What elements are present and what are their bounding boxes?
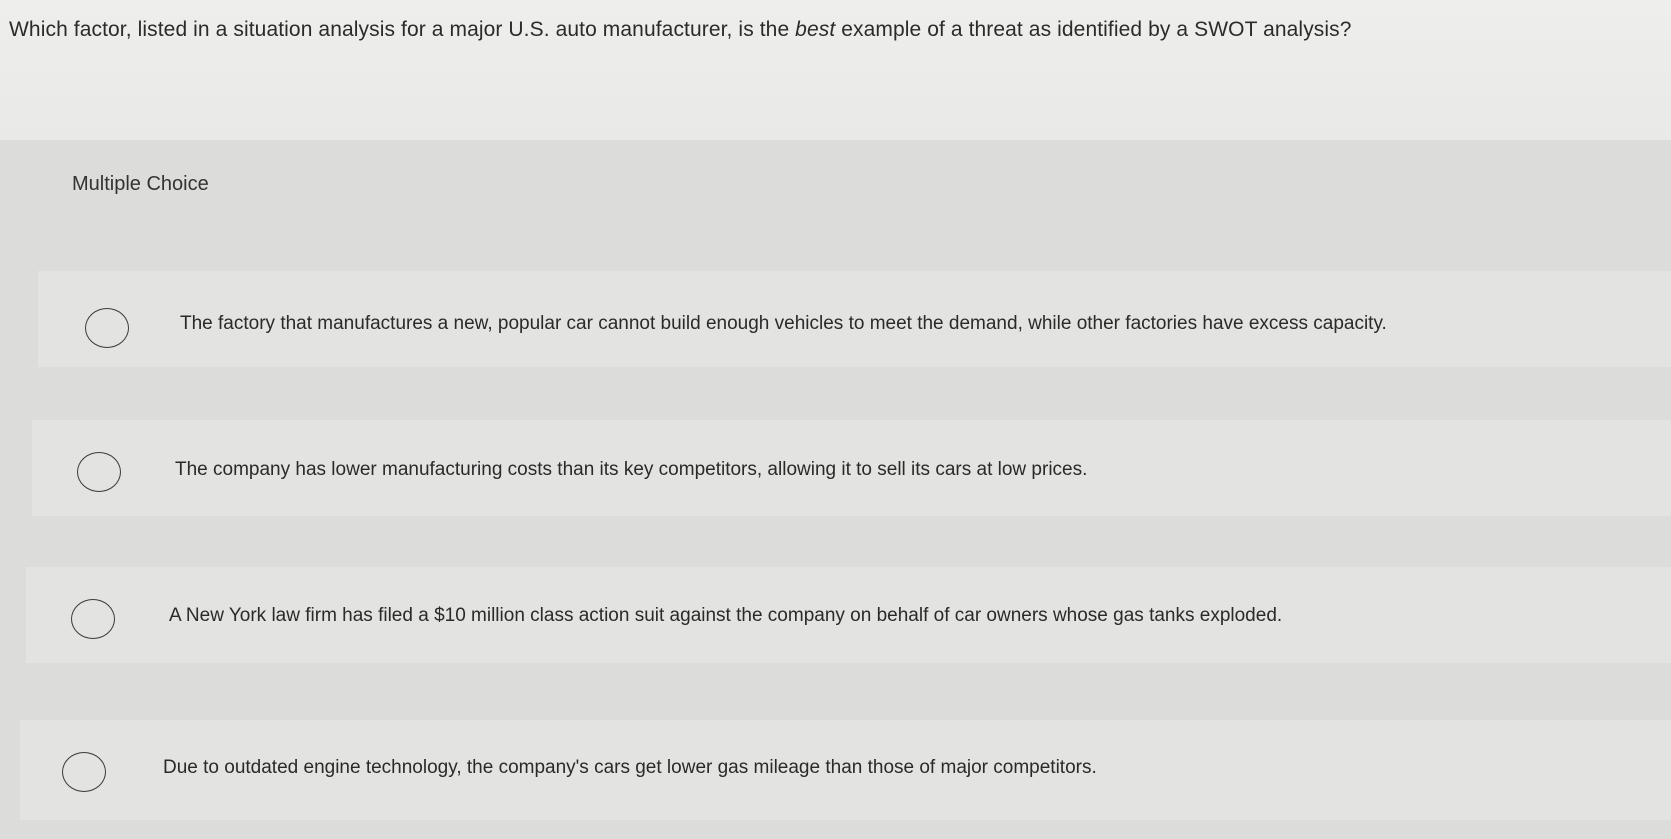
radio-button-icon[interactable] xyxy=(62,752,106,792)
radio-button-icon[interactable] xyxy=(77,452,121,492)
question-text-part: example of a threat as identified by a S… xyxy=(835,18,1352,41)
question-area: Which factor, listed in a situation anal… xyxy=(0,0,1671,140)
answer-option-4[interactable]: Due to outdated engine technology, the c… xyxy=(20,720,1671,820)
section-label: Multiple Choice xyxy=(72,173,209,195)
answer-option-text: The factory that manufactures a new, pop… xyxy=(180,313,1387,334)
answer-option-1[interactable]: The factory that manufactures a new, pop… xyxy=(38,271,1671,367)
radio-button-icon[interactable] xyxy=(71,599,115,639)
question-emphasis: best xyxy=(795,18,836,41)
answer-option-text: A New York law firm has filed a $10 mill… xyxy=(169,605,1283,626)
question-text-part: Which factor, listed in a situation anal… xyxy=(9,18,796,41)
answer-option-2[interactable]: The company has lower manufacturing cost… xyxy=(32,420,1671,516)
answer-option-3[interactable]: A New York law firm has filed a $10 mill… xyxy=(26,567,1671,663)
question-text: Which factor, listed in a situation anal… xyxy=(9,18,1352,42)
answer-option-text: The company has lower manufacturing cost… xyxy=(175,459,1088,480)
radio-button-icon[interactable] xyxy=(85,308,129,348)
answer-option-text: Due to outdated engine technology, the c… xyxy=(163,757,1097,778)
